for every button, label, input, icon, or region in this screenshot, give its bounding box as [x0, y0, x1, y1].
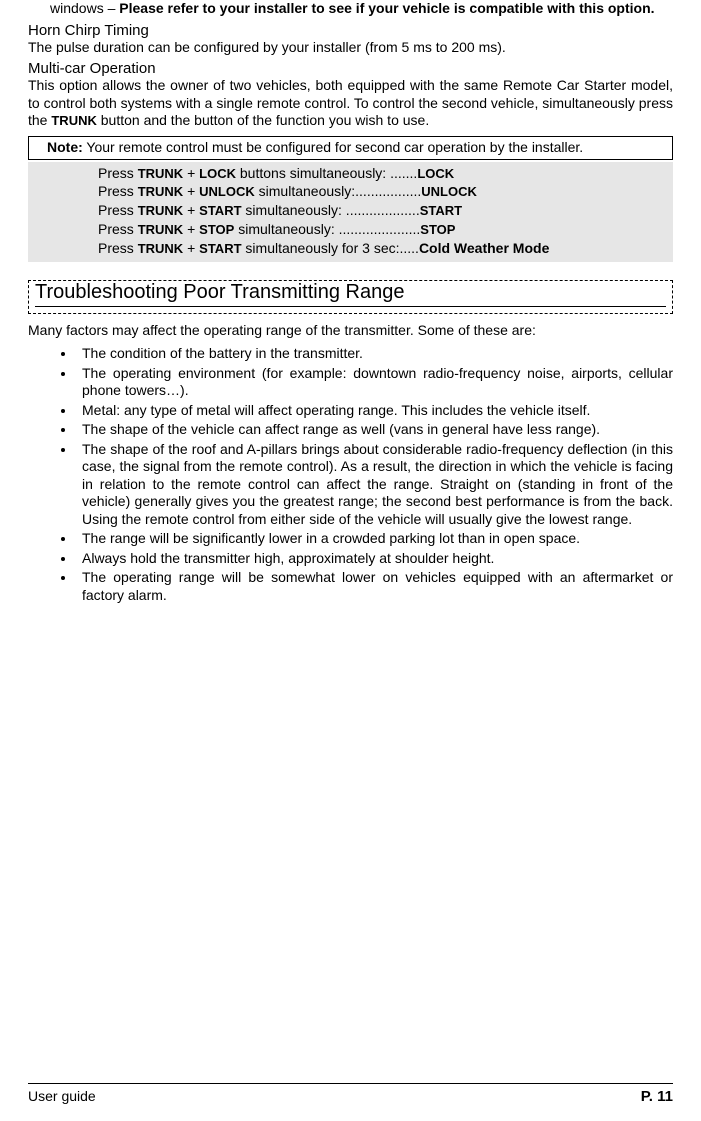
list-item: The range will be significantly lower in…: [76, 530, 673, 548]
intro-windows-bold: Please refer to your installer to see if…: [119, 0, 654, 16]
combo-result: LOCK: [417, 166, 454, 181]
troubleshoot-section: Troubleshooting Poor Transmitting Range: [28, 280, 673, 314]
combo-trunk: TRUNK: [138, 203, 184, 218]
troubleshoot-heading: Troubleshooting Poor Transmitting Range: [35, 281, 666, 307]
combo-press: Press: [98, 202, 138, 218]
horn-chirp-text: The pulse duration can be configured by …: [28, 39, 673, 57]
combo-row: Press TRUNK + START simultaneously: ....…: [98, 201, 665, 220]
combo-btn: STOP: [199, 222, 234, 237]
combo-row: Press TRUNK + UNLOCK simultaneously:....…: [98, 182, 665, 201]
horn-chirp-heading: Horn Chirp Timing: [28, 22, 673, 39]
note-label: Note:: [47, 139, 83, 155]
combo-plus: +: [183, 240, 199, 256]
combo-row: Press TRUNK + LOCK buttons simultaneousl…: [98, 164, 665, 183]
combo-press: Press: [98, 183, 138, 199]
combo-btn: UNLOCK: [199, 184, 255, 199]
combo-result: START: [420, 203, 462, 218]
combo-row: Press TRUNK + STOP simultaneously: .....…: [98, 220, 665, 239]
combo-plus: +: [183, 165, 199, 181]
list-item: The operating range will be somewhat low…: [76, 569, 673, 604]
combo-btn: LOCK: [199, 166, 236, 181]
list-item: Metal: any type of metal will affect ope…: [76, 402, 673, 420]
combo-trunk: TRUNK: [138, 241, 184, 256]
list-item: The operating environment (for example: …: [76, 365, 673, 400]
button-combo-box: Press TRUNK + LOCK buttons simultaneousl…: [28, 162, 673, 262]
combo-mid: simultaneously: .....................: [234, 221, 420, 237]
troubleshoot-list: The condition of the battery in the tran…: [28, 345, 673, 604]
combo-btn: START: [199, 241, 241, 256]
footer-left: User guide: [28, 1088, 96, 1105]
combo-mid: buttons simultaneously: .......: [236, 165, 417, 181]
footer: User guide P. 11: [28, 1083, 673, 1105]
note-text: Your remote control must be configured f…: [83, 139, 583, 155]
list-item: The shape of the roof and A-pillars brin…: [76, 441, 673, 529]
list-item: The condition of the battery in the tran…: [76, 345, 673, 363]
combo-plus: +: [183, 202, 199, 218]
combo-result: UNLOCK: [421, 184, 477, 199]
troubleshoot-intro: Many factors may affect the operating ra…: [28, 322, 673, 340]
multicar-heading: Multi-car Operation: [28, 60, 673, 77]
combo-btn: START: [199, 203, 241, 218]
combo-press: Press: [98, 165, 138, 181]
list-item: The shape of the vehicle can affect rang…: [76, 421, 673, 439]
note-box: Note: Your remote control must be config…: [28, 136, 673, 160]
page: windows – Please refer to your installer…: [0, 0, 701, 1121]
combo-mid: simultaneously for 3 sec:.....: [242, 240, 419, 256]
combo-press: Press: [98, 221, 138, 237]
intro-windows-pre: windows –: [50, 0, 119, 16]
combo-plus: +: [183, 221, 199, 237]
list-item: Always hold the transmitter high, approx…: [76, 550, 673, 568]
footer-page-number: P. 11: [641, 1088, 673, 1105]
combo-trunk: TRUNK: [138, 222, 184, 237]
multicar-text: This option allows the owner of two vehi…: [28, 77, 673, 130]
combo-result: STOP: [420, 222, 455, 237]
combo-trunk: TRUNK: [138, 184, 184, 199]
combo-press: Press: [98, 240, 138, 256]
combo-row: Press TRUNK + START simultaneously for 3…: [98, 239, 665, 258]
combo-trunk: TRUNK: [138, 166, 184, 181]
combo-mid: simultaneously: ...................: [242, 202, 420, 218]
combo-result: Cold Weather Mode: [419, 240, 549, 256]
combo-mid: simultaneously:.................: [255, 183, 422, 199]
multicar-text-b: button and the button of the function yo…: [97, 112, 429, 128]
intro-option-line: windows – Please refer to your installer…: [28, 0, 673, 18]
multicar-trunk-word: TRUNK: [51, 113, 97, 128]
combo-plus: +: [183, 183, 199, 199]
